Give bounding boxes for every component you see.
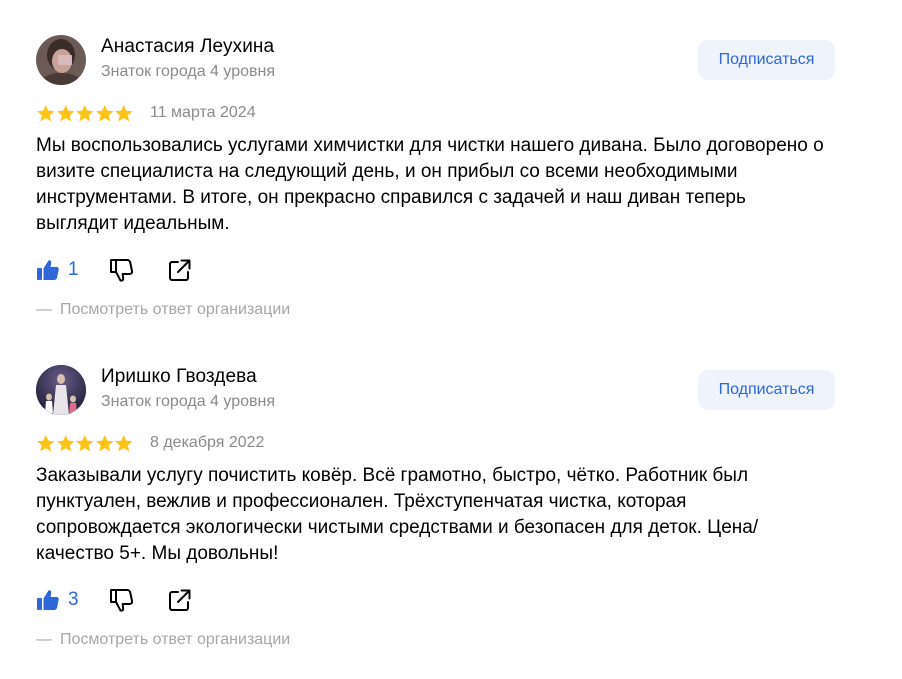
org-reply-link[interactable]: — Посмотреть ответ организации (36, 301, 290, 319)
org-reply-label: Посмотреть ответ организации (60, 301, 291, 318)
subscribe-button[interactable]: Подписаться (698, 40, 835, 80)
review-date: 11 марта 2024 (150, 104, 256, 121)
star-icon (56, 105, 74, 122)
like-count: 1 (68, 259, 79, 280)
review-text: Заказывали услугу почистить ковёр. Всё г… (36, 465, 759, 564)
review-actions: 3 (36, 585, 191, 615)
thumbs-up-icon (37, 590, 59, 610)
author-name[interactable]: Анастасия Леухина (101, 36, 274, 58)
star-icon (37, 105, 55, 122)
share-button[interactable] (167, 257, 193, 288)
org-reply-link[interactable]: — Посмотреть ответ организации (36, 631, 290, 649)
review-text: Мы воспользовались услугами химчистки дл… (36, 135, 824, 234)
review-card: Иришко Гвоздева Знаток города 4 уровня П… (0, 330, 902, 660)
thumbs-down-icon (110, 589, 134, 612)
like-button[interactable]: 1 (36, 258, 79, 282)
share-button[interactable] (167, 587, 193, 618)
star-icon (115, 435, 133, 452)
subscribe-button[interactable]: Подписаться (698, 370, 835, 410)
dislike-button[interactable] (109, 587, 135, 618)
thumbs-down-icon (110, 259, 134, 282)
star-icon (56, 435, 74, 452)
review-card: Анастасия Леухина Знаток города 4 уровня… (0, 0, 902, 330)
org-reply-label: Посмотреть ответ организации (60, 631, 291, 648)
author-name[interactable]: Иришко Гвоздева (101, 366, 257, 388)
star-icon (115, 105, 133, 122)
star-icon (37, 435, 55, 452)
share-icon (169, 589, 191, 611)
thumbs-up-icon (37, 260, 59, 280)
like-count: 3 (68, 589, 79, 610)
org-reply-dash: — (36, 631, 52, 648)
avatar-photo-icon (36, 365, 86, 415)
review-date: 8 декабря 2022 (150, 434, 265, 451)
avatar[interactable] (36, 365, 86, 415)
star-icon (95, 105, 113, 122)
star-icon (95, 435, 113, 452)
star-icon (76, 435, 94, 452)
author-level: Знаток города 4 уровня (101, 393, 276, 410)
avatar[interactable] (36, 35, 86, 85)
rating-stars (36, 104, 134, 123)
rating-stars (36, 434, 134, 453)
org-reply-dash: — (36, 301, 52, 318)
author-level: Знаток города 4 уровня (101, 63, 276, 80)
share-icon (169, 259, 191, 281)
avatar-photo-icon (36, 35, 86, 85)
review-actions: 1 (36, 255, 191, 285)
like-button[interactable]: 3 (36, 588, 79, 612)
star-icon (76, 105, 94, 122)
dislike-button[interactable] (109, 257, 135, 288)
